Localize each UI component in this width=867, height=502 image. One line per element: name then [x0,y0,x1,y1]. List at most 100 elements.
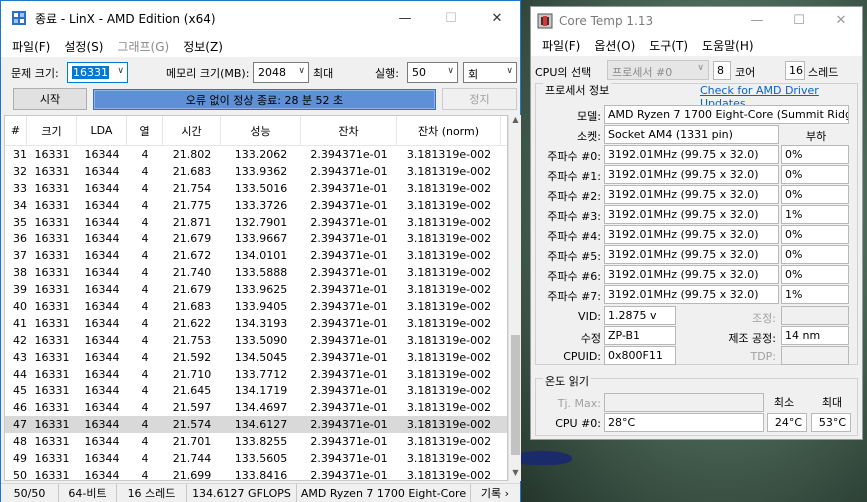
scrollbar-thumb[interactable] [511,335,520,455]
column-header[interactable]: 잔차 (norm) [397,116,501,145]
frequency-value: 3192.01MHz (99.75 x 32.0) [604,245,779,264]
table-cell: 2.394371e-01 [310,283,388,297]
runs-select[interactable]: 50 ∨ [407,62,458,83]
tdp-label: TDP: [750,350,776,363]
table-cell: 16344 [84,435,120,449]
column-header[interactable]: LDA [77,116,127,145]
runs-unit-value: 회 [468,68,479,81]
table-row[interactable]: 47 16331 16344 4 21.574 134.6127 2.394371e-01 3… [5,416,507,434]
table-cell: 3.181319e-002 [406,198,492,212]
table-cell: 21.744 [172,451,212,465]
close-icon[interactable]: ✕ [474,1,520,35]
table-row[interactable]: 36 16331 16344 4 21.679 133.9667 2.394371e-01 3… [5,230,507,247]
coretemp-titlebar[interactable]: Core Temp 1.13 — ☐ ✕ [531,7,862,34]
linx-titlebar[interactable]: 종료 - LinX - AMD Edition (x64) — ☐ ✕ [1,1,520,35]
table-cell: 4 [141,384,149,398]
revision-value: ZP-B1 [604,326,676,345]
close-icon[interactable]: ✕ [820,7,862,34]
results-scrollbar[interactable]: ▲ ▼ [508,115,521,481]
adjust-label: 조정: [752,312,776,325]
table-cell: 16344 [84,401,120,415]
ct-menu-file[interactable]: 파일(F) [535,37,587,54]
table-cell: 21.699 [172,468,212,481]
cpu-select-label: CPU의 선택 [535,66,592,79]
table-row[interactable]: 44 16331 16344 4 21.710 133.7712 2.394371e-01 3… [5,366,507,383]
problem-size-select[interactable]: 16331 ∨ [67,62,128,83]
table-row[interactable]: 35 16331 16344 4 21.871 132.7901 2.394371e-01 3… [5,214,507,231]
menu-graph[interactable]: 그래프(G) [110,38,176,55]
table-cell: 133.3726 [234,198,288,212]
menu-info[interactable]: 정보(Z) [176,38,230,55]
menu-file[interactable]: 파일(F) [5,38,57,55]
scroll-up-icon[interactable]: ▲ [509,115,522,128]
table-row[interactable]: 49 16331 16344 4 21.744 133.5605 2.394371e-01 3… [5,450,507,467]
table-row[interactable]: 46 16331 16344 4 21.597 134.4697 2.394371e-01 3… [5,399,507,416]
table-cell: 16331 [34,435,70,449]
cpu-select[interactable]: 프로세서 #0 ∨ [607,60,709,80]
column-header[interactable]: 성능 [221,116,301,145]
table-cell: 2.394371e-01 [310,367,388,381]
table-row[interactable]: 50 16331 16344 4 21.699 133.8416 2.394371e-01 3… [5,467,507,481]
load-column-label: 부하 [806,130,827,143]
table-cell: 21.597 [172,401,212,415]
core-load-value: 0% [781,225,849,244]
maximize-icon[interactable]: ☐ [778,7,820,34]
stop-button[interactable]: 정지 [442,88,517,110]
table-row[interactable]: 39 16331 16344 4 21.679 133.9625 2.394371e-01 3… [5,281,507,298]
scroll-down-icon[interactable]: ▼ [509,468,522,481]
column-header[interactable]: 잔차 [301,116,397,145]
status-log-button[interactable]: 기록 › [471,484,519,502]
table-row[interactable]: 41 16331 16344 4 21.622 134.3193 2.394371e-01 3… [5,315,507,332]
column-header[interactable]: 시간 [163,116,221,145]
column-header[interactable]: 열 [127,116,163,145]
table-cell: 2.394371e-01 [310,215,388,229]
linx-title: 종료 - LinX - AMD Edition (x64) [35,11,216,26]
frequency-label: 주파수 #2: [547,190,601,203]
threads-count: 16 [785,61,805,80]
table-cell: 2.394371e-01 [310,333,388,347]
table-row[interactable]: 33 16331 16344 4 21.754 133.5016 2.394371e-01 3… [5,180,507,197]
table-cell: 4 [141,350,149,364]
table-cell: 49 [13,451,27,465]
maximize-icon[interactable]: ☐ [428,1,474,35]
table-row[interactable]: 43 16331 16344 4 21.592 134.5045 2.394371e-01 3… [5,349,507,366]
table-cell: 16331 [34,266,70,280]
table-cell: 39 [13,283,27,297]
temperature-label: 온도 읽기 [543,373,591,389]
table-row[interactable]: 32 16331 16344 4 21.683 133.9362 2.394371e-01 3… [5,163,507,180]
core-load-value: 1% [781,285,849,304]
menu-settings[interactable]: 설정(S) [57,38,110,55]
linx-menubar: 파일(F) 설정(S) 그래프(G) 정보(Z) [1,35,520,57]
table-cell: 4 [141,401,149,415]
table-cell: 42 [13,333,27,347]
table-cell: 37 [13,249,27,263]
table-cell: 133.7712 [234,367,288,381]
table-cell: 21.645 [172,384,212,398]
table-row[interactable]: 31 16331 16344 4 21.802 133.2062 2.394371e-01 3… [5,146,507,163]
table-row[interactable]: 48 16331 16344 4 21.701 133.8255 2.394371e-01 3… [5,433,507,450]
runs-unit-select[interactable]: 회 ∨ [463,62,517,83]
table-cell: 16331 [34,215,70,229]
table-row[interactable]: 42 16331 16344 4 21.753 133.5090 2.394371e-01 3… [5,332,507,349]
table-cell: 21.754 [172,181,212,195]
memory-size-value: 2048 [258,66,286,79]
adjust-value [781,306,849,325]
column-header[interactable]: 크기 [27,116,77,145]
ct-menu-tools[interactable]: 도구(T) [642,37,695,54]
table-cell: 34 [13,198,27,212]
table-cell: 16344 [84,283,120,297]
start-button[interactable]: 시작 [13,88,87,110]
ct-menu-options[interactable]: 옵션(O) [587,37,642,54]
minimize-icon[interactable]: — [382,1,428,35]
table-row[interactable]: 45 16331 16344 4 21.645 134.1719 2.394371e-01 3… [5,382,507,399]
linx-action-row: 시작 오류 없이 정상 종료: 28 분 52 초 정지 [1,88,520,112]
table-cell: 38 [13,266,27,280]
table-row[interactable]: 34 16331 16344 4 21.775 133.3726 2.394371e-01 3… [5,197,507,214]
table-cell: 21.710 [172,367,212,381]
minimize-icon[interactable]: — [736,7,778,34]
memory-size-select[interactable]: 2048 ∨ [253,62,309,83]
column-header[interactable]: # [5,116,27,145]
table-row[interactable]: 38 16331 16344 4 21.740 133.5888 2.394371e-01 3… [5,264,507,281]
table-row[interactable]: 37 16331 16344 4 21.672 134.0101 2.394371e-01 3… [5,247,507,264]
table-row[interactable]: 40 16331 16344 4 21.683 133.9405 2.394371e-01 3… [5,298,507,315]
